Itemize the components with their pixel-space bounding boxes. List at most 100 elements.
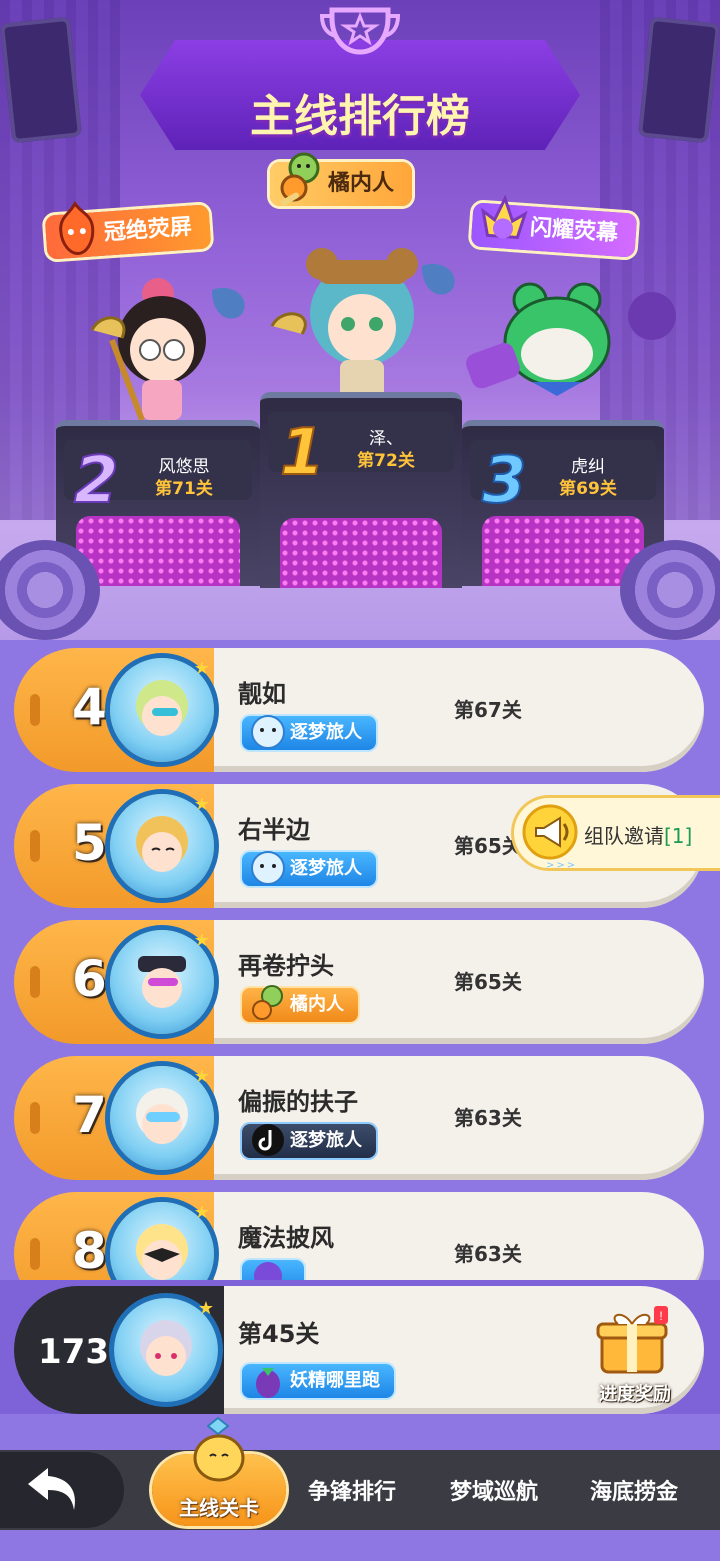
avatar-face-icon [136,680,188,736]
bottom-nav: 主线关卡 争锋排行 梦域巡航 海底捞金 [0,1414,720,1561]
player-level: 第67关 [454,698,522,722]
team-invite-button[interactable]: 组队邀请[1] >>> [514,798,720,871]
player-name: 偏振的扶子 [238,1088,358,1116]
podium-3-grill [482,516,644,586]
my-rank-row[interactable]: 173 ★ 第45关 妖精哪里跑 ! 进度奖励 [14,1286,704,1414]
rank-row-6[interactable]: 6 ★ 再卷拧头 橘内人 第65关 [14,920,704,1044]
row-body [154,1056,704,1180]
podium-stage: 主线排行榜 橘内人 冠绝荧屏 闪耀荧幕 2 风悠思 第71关 1 泽、 第72关… [0,0,720,640]
player-3-character[interactable] [462,272,692,432]
row-body [154,648,704,772]
my-title-badge: 妖精哪里跑 [242,1364,394,1398]
gift-box-icon[interactable]: ! [594,1306,670,1376]
row-rank: 7 [72,1086,107,1144]
row-body [154,1192,704,1280]
player-2-character[interactable] [62,270,262,440]
svg-text:!: ! [659,1309,662,1323]
my-avatar[interactable]: ★ [114,1298,218,1402]
player-level: 第63关 [454,1242,522,1266]
stage-speaker-right-icon [620,540,720,640]
page-title: 主线排行榜 [250,91,470,142]
title-tag-first: 橘内人 [270,152,413,206]
title-badge: 橘内人 [242,985,358,1022]
podium-2-grill [76,516,240,586]
stage-speaker-left-icon [0,540,100,640]
title-badge-label: 逐梦旅人 [290,858,362,879]
title-badge [242,1260,304,1280]
title-badge: 逐梦旅人 [242,851,376,886]
podium-2-level: 第71关 [155,479,213,499]
row-notch [30,694,40,726]
podium-1-grill [280,518,442,588]
podium-2-rank: 2 [73,443,120,519]
podium-1-rank: 1 [279,415,326,491]
row-notch [30,1102,40,1134]
team-invite-count: [1] [664,824,693,848]
star-icon: ★ [197,1298,214,1319]
avatar[interactable]: ★ [110,658,214,762]
rank-list[interactable]: 4 ★ 靓如 逐梦旅人 第67关 5 ★ 右半边 逐梦旅人 第65关 6 ★ 再… [0,640,720,1280]
avatar-face-icon [136,1224,188,1280]
player-level: 第63关 [454,1106,522,1130]
row-body [154,920,704,1044]
rank-row-8[interactable]: 8 ★ 魔法披风 第63关 [14,1192,704,1280]
podium-1-level: 第72关 [357,451,415,471]
team-invite-label: 组队邀请[1] [584,820,692,849]
row-notch [30,830,40,862]
tab-dream-cruise[interactable]: 梦域巡航 [450,1474,538,1506]
title-badge-label: 逐梦旅人 [290,722,362,743]
tab-deep-sea-gold[interactable]: 海底捞金 [590,1474,678,1506]
title-badge-label: 逐梦旅人 [290,1130,362,1151]
my-rank: 173 [38,1332,109,1372]
avatar-face-icon [136,816,188,872]
rank-row-7[interactable]: 7 ★ 偏振的扶子 逐梦旅人 第63关 [14,1056,704,1180]
avatar[interactable]: ★ [110,794,214,898]
star-icon: ★ [193,1202,210,1223]
row-notch [30,1238,40,1270]
cloud-yeti-icon [251,715,285,749]
badge-emblem-icon [254,1262,282,1280]
avatar[interactable]: ★ [110,930,214,1034]
avatar-face-icon [136,1088,188,1144]
star-icon: ★ [193,930,210,951]
bird-mask-icon [480,194,528,240]
player-name: 魔法披风 [238,1224,334,1252]
my-level: 第45关 [238,1320,320,1348]
avatar-face-icon [140,1320,192,1376]
flame-mask-icon [59,200,95,256]
row-notch [30,966,40,998]
podium-2-plate: 2 风悠思 第71关 [64,440,252,519]
back-button[interactable] [0,1452,124,1528]
podium-1-plate: 1 泽、 第72关 [268,412,454,491]
my-title-badge-label: 妖精哪里跑 [290,1370,380,1391]
tab-main-stage[interactable]: 主线关卡 [152,1416,286,1526]
rank-row-4[interactable]: 4 ★ 靓如 逐梦旅人 第67关 [14,648,704,772]
tab-competition-rank[interactable]: 争锋排行 [308,1474,396,1506]
row-rank: 6 [72,950,107,1008]
mace-emblem-icon [252,985,283,1020]
cloud-yeti-icon [251,851,285,885]
podium-3-rank: 3 [481,443,528,519]
mace-emblem-icon [280,152,320,206]
tiktok-icon [252,1124,284,1156]
row-rank: 8 [72,1222,107,1280]
team-invite-text: 组队邀请 [584,824,664,848]
tab-main-stage-label: 主线关卡 [179,1496,259,1520]
speaker-left-icon [0,16,83,144]
player-1-character[interactable] [262,236,472,416]
star-icon: ★ [193,1066,210,1087]
title-badge: 逐梦旅人 [242,1124,376,1158]
avatar[interactable]: ★ [110,1066,214,1170]
progress-reward-label[interactable]: 进度奖励 [580,1380,690,1406]
star-icon: ★ [193,658,210,679]
title-tag-second-label: 冠绝荧屏 [103,214,193,246]
megaphone-icon [522,804,578,860]
eggplant-icon [256,1368,280,1398]
podium-3-level: 第69关 [559,479,617,499]
player-level: 第65关 [454,834,522,858]
player-name: 右半边 [238,816,310,844]
player-name: 靓如 [238,680,286,708]
speaker-right-icon [637,16,720,144]
row-rank: 4 [72,678,107,736]
arrow-indicator-icon: >>> [546,860,578,871]
